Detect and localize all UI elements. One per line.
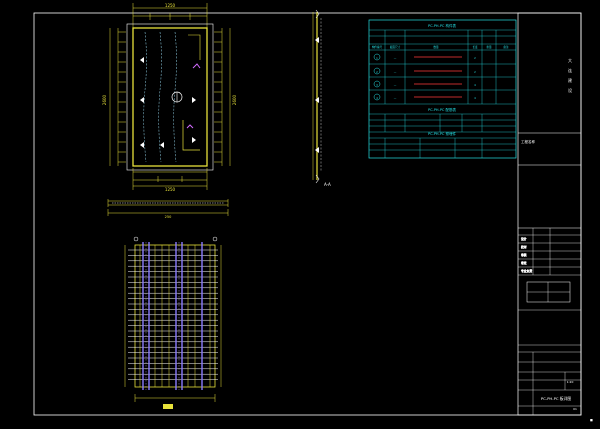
tb-char-0: 大 [568,57,572,63]
tb-row-label: 校对 [521,245,527,249]
table-row-id: 3 [376,83,378,87]
tb-row-label: 专业负责 [521,269,532,273]
table-header-cell: 重量 [486,45,492,49]
table-row-id: 4 [376,96,378,100]
strip-dim: 250 [165,215,172,219]
table-header-cell: 构件编号 [372,45,383,49]
tb-char-1: 连 [568,67,572,73]
plan-view: 1250 2600 2600 1250 250 [102,3,237,219]
table-row-count: 2 [474,70,476,74]
tb-row-label: 设计 [521,237,527,241]
plan-dim-right: 2600 [232,94,237,105]
tb-sheet: 01 [573,407,577,411]
rebar-view [124,236,222,409]
tb-char-2: 建 [568,77,572,83]
table-row-count: 2 [474,56,476,60]
plan-plate-outline [132,27,208,167]
table-row-count: 4 [474,96,476,100]
plan-dim-left: 2600 [102,94,107,105]
tb-project-label: 工程名称 [521,139,535,144]
drawing-frame [33,12,582,416]
tb-char-3: 设 [568,87,572,93]
tb-row-label: 审核 [521,253,527,257]
section-label: A-A [324,182,331,187]
title-block: 设计校对审核审定专业负责 大 连 建 设 工程名称 PC-PH-PC 板详图 1… [517,12,582,416]
tb-drawing-label: PC-PH-PC 板详图 [541,396,572,401]
table-row-id: 2 [376,70,378,74]
table-header-cell: 截面尺寸 [390,45,401,49]
schedule-table: PC-PH-PC 构件表 构件编号 截面尺寸 数量 长度 重量 备注 1 — 2 2 — 2 3 — 4 4… [368,19,517,159]
plan-dim-bottom: 1250 [165,187,176,192]
table-header-cell: 备注 [503,45,509,49]
table-sub-title: PC-PH-PC 配筋表 [428,107,456,112]
table-sub-title2: PC-PH-PC 预埋件 [428,131,456,136]
tb-row-label: 审定 [521,261,527,265]
corner-mark: ■ [590,418,593,422]
table-row-note: — [394,57,397,60]
table-row-note: — [394,71,397,74]
table-header-cell: 长度 [472,45,478,49]
table-row-note: — [394,84,397,87]
table-title: PC-PH-PC 构件表 [428,23,456,28]
plan-dim-top: 1250 [165,3,176,8]
cad-drawing: 1 250 2600 2600 1250 250 A-A PC-PH-PC 构件表… [33,3,593,422]
table-row-note: — [394,97,397,100]
table-header-cell: 数量 [433,45,439,49]
table-row-id: 1 [376,56,378,60]
table-row-count: 4 [474,83,476,87]
section-view: A-A [312,9,331,187]
tb-scale: 1:20 [567,380,574,384]
